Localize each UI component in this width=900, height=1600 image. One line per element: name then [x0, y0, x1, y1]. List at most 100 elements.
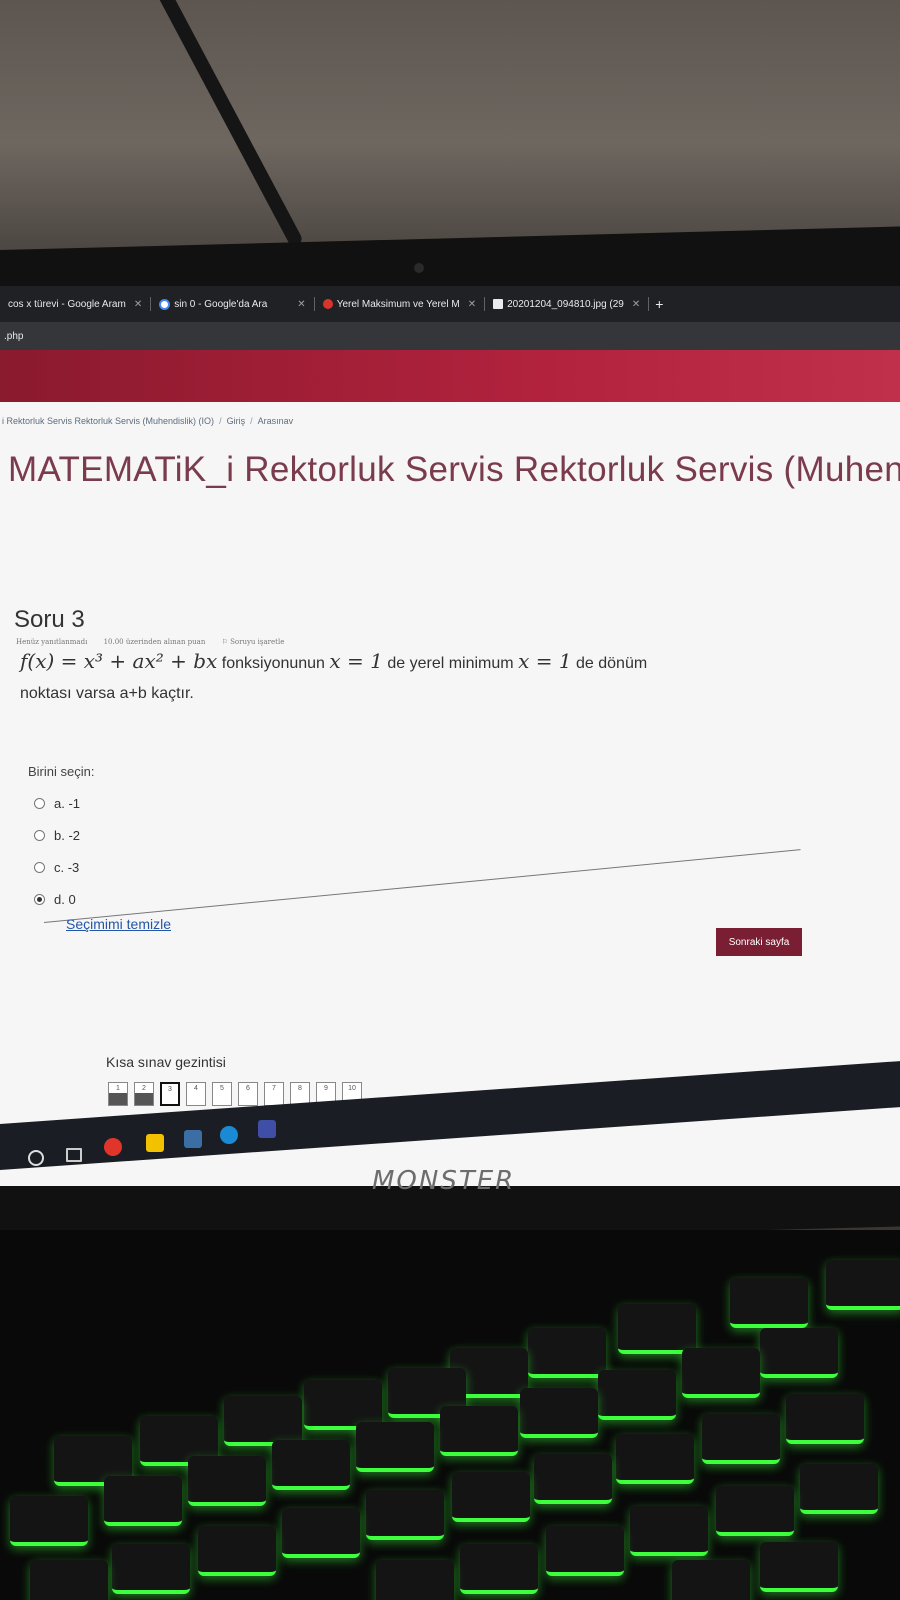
- keyboard-key: [188, 1456, 266, 1506]
- option-c[interactable]: c. -3: [34, 860, 79, 875]
- quiz-page: i Rektorluk Servis Rektorluk Servis (Muh…: [0, 402, 900, 1186]
- google-icon: [159, 298, 171, 310]
- file-explorer-icon[interactable]: [146, 1134, 164, 1152]
- nav-question-2[interactable]: 2: [134, 1082, 154, 1106]
- radio-button[interactable]: [34, 798, 45, 809]
- keyboard-key: [452, 1472, 530, 1522]
- question-text: f(x) = x³ + ax² + bx fonksiyonunun x = 1…: [20, 646, 800, 709]
- task-view-icon[interactable]: [66, 1148, 82, 1162]
- edge-icon[interactable]: [220, 1126, 238, 1144]
- breadcrumb-section[interactable]: Giriş: [227, 416, 246, 426]
- image-file-icon: [493, 299, 504, 309]
- keyboard-key: [630, 1506, 708, 1556]
- tab-label: 20201204_094810.jpg (29: [507, 298, 624, 310]
- keyboard-key: [786, 1394, 864, 1444]
- nav-question-1[interactable]: 1: [108, 1082, 128, 1106]
- question-status: Henüz yanıtlanmadı: [16, 638, 88, 646]
- breadcrumb-course[interactable]: i Rektorluk Servis Rektorluk Servis (Muh…: [2, 416, 214, 426]
- close-icon[interactable]: ✕: [632, 299, 640, 310]
- site-icon: [322, 299, 333, 309]
- radio-button[interactable]: [34, 830, 45, 841]
- keyboard-key: [10, 1496, 88, 1546]
- question-meta: Henüz yanıtlanmadı 10.00 üzerinden alına…: [16, 638, 312, 646]
- keyboard-key: [730, 1278, 808, 1328]
- mail-icon[interactable]: [184, 1130, 202, 1148]
- keyboard-key: [760, 1542, 838, 1592]
- divider: [43, 849, 801, 923]
- option-label: a. -1: [54, 796, 81, 811]
- close-icon[interactable]: ✕: [297, 299, 305, 310]
- monster-logo: MONSTER: [372, 1166, 516, 1196]
- keyboard-key: [618, 1304, 696, 1354]
- tab-label: Yerel Maksimum ve Yerel M: [336, 298, 460, 310]
- keyboard-key: [224, 1396, 302, 1446]
- keyboard-key: [356, 1422, 434, 1472]
- question-text-part: de dönüm: [576, 655, 648, 672]
- option-b[interactable]: b. -2: [34, 828, 80, 843]
- browser-tab-3[interactable]: Yerel Maksimum ve Yerel M ✕: [315, 286, 484, 322]
- close-icon[interactable]: ✕: [468, 299, 476, 310]
- breadcrumb: i Rektorluk Servis Rektorluk Servis (Muh…: [2, 416, 294, 426]
- webcam: [414, 263, 424, 273]
- answer-prompt: Birini seçin:: [28, 764, 95, 779]
- nav-question-6[interactable]: 6: [238, 1082, 258, 1106]
- page-title: MATEMATiK_i Rektorluk Servis Rektorluk S…: [8, 450, 900, 489]
- question-text-part: fonksiyonunun: [221, 655, 325, 672]
- clear-choice-link[interactable]: Seçimimi temizle: [66, 916, 171, 932]
- keyboard-key: [282, 1508, 360, 1558]
- opera-icon[interactable]: [104, 1138, 122, 1156]
- question-text-part: noktası varsa a+b kaçtır.: [20, 685, 194, 702]
- keyboard-key: [112, 1544, 190, 1594]
- option-a[interactable]: a. -1: [34, 796, 80, 811]
- flag-question-label: Soruyu işaretle: [230, 638, 285, 646]
- nav-question-4[interactable]: 4: [186, 1082, 206, 1106]
- option-label: c. -3: [54, 860, 80, 875]
- keyboard-key: [272, 1440, 350, 1490]
- quiz-navigation-title: Kısa sınav gezintisi: [106, 1054, 226, 1070]
- keyboard-key: [682, 1348, 760, 1398]
- keyboard-key: [460, 1544, 538, 1594]
- keyboard-key: [198, 1526, 276, 1576]
- search-icon[interactable]: [28, 1150, 44, 1166]
- wall-background: [0, 0, 900, 260]
- keyboard-key: [598, 1370, 676, 1420]
- photos-icon[interactable]: [258, 1120, 276, 1138]
- nav-question-5[interactable]: 5: [212, 1082, 232, 1106]
- nav-question-7[interactable]: 7: [264, 1082, 284, 1106]
- keyboard-key: [376, 1560, 454, 1600]
- keyboard-key: [546, 1526, 624, 1576]
- tab-label: sin 0 - Google'da Ara: [174, 298, 268, 310]
- keyboard-key: [520, 1388, 598, 1438]
- next-page-button[interactable]: Sonraki sayfa: [716, 928, 802, 956]
- tab-label: cos x türevi - Google Aram: [8, 298, 126, 310]
- keyboard-key: [800, 1464, 878, 1514]
- keyboard-key: [826, 1260, 900, 1310]
- keyboard-key: [702, 1414, 780, 1464]
- new-tab-button[interactable]: +: [655, 296, 663, 312]
- radio-button-selected[interactable]: [34, 894, 45, 905]
- site-header-bar: [0, 350, 900, 402]
- browser-tab-bar: cos x türevi - Google Aram ✕ sin 0 - Goo…: [0, 286, 900, 322]
- question-points: 10.00 üzerinden alınan puan: [103, 638, 206, 646]
- flag-question-link[interactable]: ⚐ Soruyu işaretle: [222, 638, 299, 646]
- keyboard-key: [104, 1476, 182, 1526]
- question-formula: f(x) = x³ + ax² + bx: [20, 649, 218, 673]
- question-condition: x = 1: [518, 649, 572, 673]
- keyboard-key: [366, 1490, 444, 1540]
- nav-question-3[interactable]: 3: [160, 1082, 180, 1106]
- breadcrumb-quiz[interactable]: Arasınav: [258, 416, 294, 426]
- keyboard-key: [672, 1560, 750, 1600]
- keyboard-key: [30, 1560, 108, 1600]
- browser-tab-4[interactable]: 20201204_094810.jpg (29 ✕: [485, 286, 648, 322]
- keyboard-key: [440, 1406, 518, 1456]
- option-d[interactable]: d. 0: [34, 892, 76, 907]
- close-icon[interactable]: ✕: [134, 299, 142, 310]
- browser-tab-1[interactable]: cos x türevi - Google Aram ✕: [0, 286, 150, 322]
- keyboard-key: [760, 1328, 838, 1378]
- address-bar[interactable]: .php: [0, 322, 900, 350]
- radio-button[interactable]: [34, 862, 45, 873]
- question-text-part: de yerel minimum: [387, 655, 514, 672]
- browser-tab-2[interactable]: sin 0 - Google'da Ara ✕: [151, 286, 313, 322]
- keyboard-key: [528, 1328, 606, 1378]
- keyboard-key: [716, 1486, 794, 1536]
